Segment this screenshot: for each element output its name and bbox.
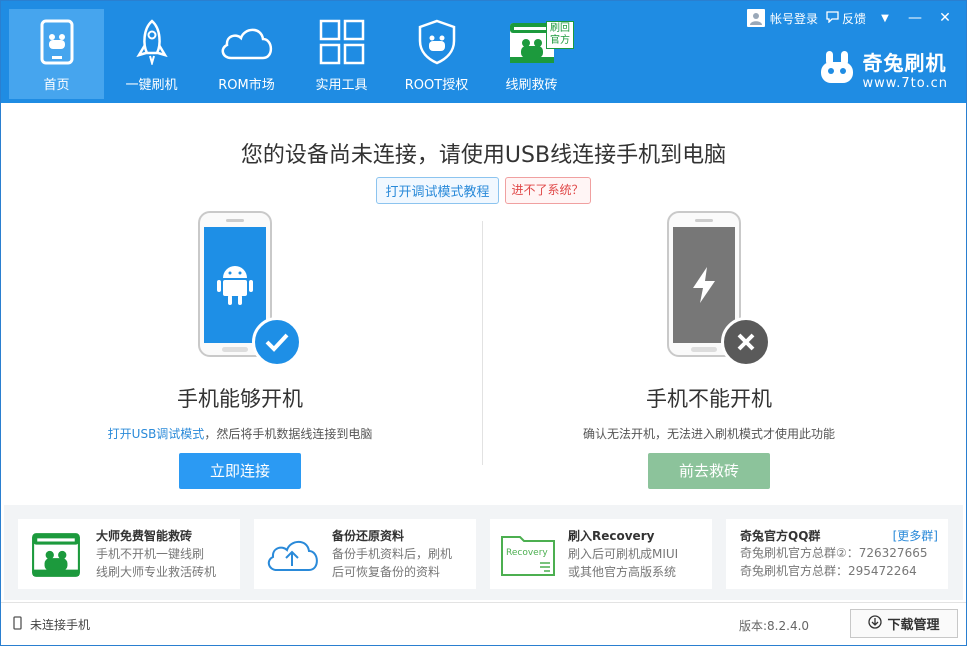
phone-on-desc: 打开USB调试模式，然后将手机数据线连接到电脑 (40, 425, 440, 442)
card-line: 线刷大师专业救活砖机 (96, 565, 217, 579)
download-manager-button[interactable]: 下载管理 (850, 609, 958, 638)
page-title: 您的设备尚未连接，请使用USB线连接手机到电脑 (240, 143, 727, 168)
qq-group-line: 奇兔刷机官方总群：295472264 (740, 564, 917, 578)
nav-label: 实用工具 (315, 78, 368, 93)
card-title: 奇兔官方QQ群 (740, 529, 821, 543)
feature-cards: 大师免费智能救砖 手机不开机一键线刷 线刷大师专业救活砖机 备份还原资料 备份手… (4, 505, 963, 600)
x-icon (721, 317, 771, 367)
card-qq-group: 奇兔官方QQ群 [更多群] 奇兔刷机官方总群②：726327665 奇兔刷机官方… (726, 519, 948, 589)
more-groups-link[interactable]: [更多群] (893, 527, 938, 544)
qq-group-line: 奇兔刷机官方总群②：726327665 (740, 546, 928, 560)
nav-item-one-click-flash[interactable]: 一键刷机 (104, 9, 199, 99)
help-links: 打开调试模式教程 进不了系统？ (4, 177, 963, 204)
minimize-icon: — (908, 10, 922, 26)
brand-name: 奇兔刷机 (862, 51, 947, 75)
card-line: 备份手机资料后，刷机 (332, 547, 453, 561)
cloud-icon (217, 17, 277, 67)
usb-debug-link[interactable]: 打开USB调试模式 (108, 427, 205, 441)
main-nav: 首页 一键刷机 ROM市场 实用工具 ROOT授权 刷回官方 线刷救砖 (9, 9, 579, 99)
rescue-icon (26, 526, 86, 582)
top-bar: 首页 一键刷机 ROM市场 实用工具 ROOT授权 刷回官方 线刷救砖 帐号登录… (1, 1, 966, 103)
nav-item-tools[interactable]: 实用工具 (294, 9, 389, 99)
close-icon: ✕ (939, 10, 951, 26)
nav-item-rom-market[interactable]: ROM市场 (199, 9, 294, 99)
shield-icon (407, 17, 467, 67)
version-label: 版本:8.2.4.0 (739, 619, 810, 633)
nav-item-root[interactable]: ROOT授权 (389, 9, 484, 99)
card-title: 大师免费智能救砖 (96, 529, 193, 543)
brand: 奇兔刷机 www.7to.cn (819, 47, 948, 91)
rocket-icon (122, 17, 182, 67)
close-button[interactable]: ✕ (930, 5, 960, 31)
debug-tutorial-link[interactable]: 打开调试模式教程 (376, 177, 499, 204)
phone-off-desc: 确认无法开机，无法进入刷机模式才使用此功能 (582, 427, 835, 441)
divider (482, 221, 483, 465)
official-badge: 刷回官方 (546, 21, 574, 49)
nav-label: ROOT授权 (404, 78, 469, 93)
phone-on-desc-text: ，然后将手机数据线连接到电脑 (204, 427, 373, 441)
phone-on-title: 手机能够开机 (177, 387, 303, 411)
card-backup-restore[interactable]: 备份还原资料 备份手机资料后，刷机 后可恢复备份的资料 (254, 519, 476, 589)
check-icon (252, 317, 302, 367)
download-icon (868, 614, 883, 633)
device-status: 未连接手机 (13, 616, 90, 633)
user-icon (746, 9, 765, 27)
brand-url: www.7to.cn (862, 76, 948, 91)
nav-item-home[interactable]: 首页 (9, 9, 104, 99)
connect-now-button[interactable]: 立即连接 (179, 453, 301, 489)
nav-label: 线刷救砖 (505, 78, 558, 93)
login-label: 帐号登录 (769, 11, 818, 26)
card-title: 刷入Recovery (568, 529, 655, 543)
feedback-button[interactable]: 反馈 (822, 5, 870, 31)
recovery-icon-label: Recovery (506, 548, 548, 558)
card-line: 刷入后可刷机成MIUI (568, 547, 679, 561)
recovery-folder-icon: Recovery (498, 526, 558, 582)
brand-logo-icon (819, 50, 855, 88)
menu-button[interactable]: ▼ (870, 5, 900, 31)
phone-small-icon (13, 616, 22, 633)
card-line: 手机不开机一键线刷 (96, 547, 205, 561)
feedback-label: 反馈 (841, 11, 866, 26)
nav-label: ROM市场 (218, 78, 275, 93)
nav-item-rescue[interactable]: 刷回官方 线刷救砖 (484, 9, 579, 99)
nav-label: 首页 (43, 78, 70, 93)
device-status-label: 未连接手机 (30, 618, 91, 632)
phone-on-panel: 手机能够开机 打开USB调试模式，然后将手机数据线连接到电脑 立即连接 (40, 207, 440, 489)
nav-label: 一键刷机 (125, 78, 178, 93)
no-system-link[interactable]: 进不了系统？ (504, 177, 591, 204)
grid-icon (312, 17, 372, 67)
phone-off-title: 手机不能开机 (646, 387, 772, 411)
feedback-icon (826, 10, 839, 26)
minimize-button[interactable]: — (900, 5, 930, 31)
card-line: 或其他官方高版系统 (568, 565, 677, 579)
card-line: 后可恢复备份的资料 (332, 565, 441, 579)
window-controls: 帐号登录 反馈 ▼ — ✕ (743, 5, 960, 31)
card-title: 备份还原资料 (332, 529, 405, 543)
status-bar: 未连接手机 版本:8.2.4.0 下载管理 (1, 602, 966, 645)
download-label: 下载管理 (887, 618, 940, 633)
card-smart-rescue[interactable]: 大师免费智能救砖 手机不开机一键线刷 线刷大师专业救活砖机 (18, 519, 240, 589)
main-content: 您的设备尚未连接，请使用USB线连接手机到电脑 打开调试模式教程 进不了系统？ (4, 103, 963, 503)
app-window: 首页 一键刷机 ROM市场 实用工具 ROOT授权 刷回官方 线刷救砖 帐号登录… (0, 0, 967, 646)
login-button[interactable]: 帐号登录 (743, 5, 822, 31)
cloud-upload-icon (262, 526, 322, 582)
go-rescue-button[interactable]: 前去救砖 (648, 453, 770, 489)
home-phone-icon (27, 17, 87, 67)
card-recovery[interactable]: Recovery 刷入Recovery 刷入后可刷机成MIUI 或其他官方高版系… (490, 519, 712, 589)
phone-off-panel: 手机不能开机 确认无法开机，无法进入刷机模式才使用此功能 前去救砖 (509, 207, 909, 489)
chevron-down-icon: ▼ (881, 12, 889, 24)
